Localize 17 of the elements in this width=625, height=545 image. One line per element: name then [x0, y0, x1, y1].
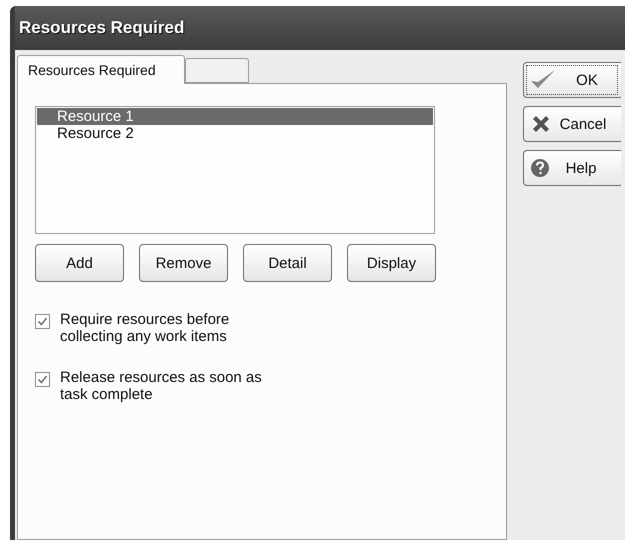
dialog-button[interactable]: Help [523, 150, 621, 186]
checkbox[interactable] [35, 314, 50, 329]
tab[interactable] [185, 58, 249, 83]
list-item[interactable]: Resource 1 [37, 108, 433, 125]
action-button[interactable]: Display [347, 244, 436, 282]
action-button[interactable]: Detail [243, 244, 332, 282]
action-button[interactable]: Add [35, 244, 124, 282]
list-item[interactable]: Resource 2 [37, 125, 433, 142]
checkbox-label: Release resources as soon as task complete [60, 369, 263, 403]
window-title: Resources Required [19, 18, 184, 38]
dialog-button[interactable]: OK [523, 62, 621, 98]
checkbox[interactable] [35, 372, 50, 387]
help-icon [529, 157, 551, 179]
checkbox-label: Require resources before collecting any work items [60, 311, 230, 345]
dialog-button[interactable]: Cancel [523, 106, 621, 142]
action-button[interactable]: Remove [139, 244, 228, 282]
tab[interactable]: Resources Required [17, 55, 185, 84]
